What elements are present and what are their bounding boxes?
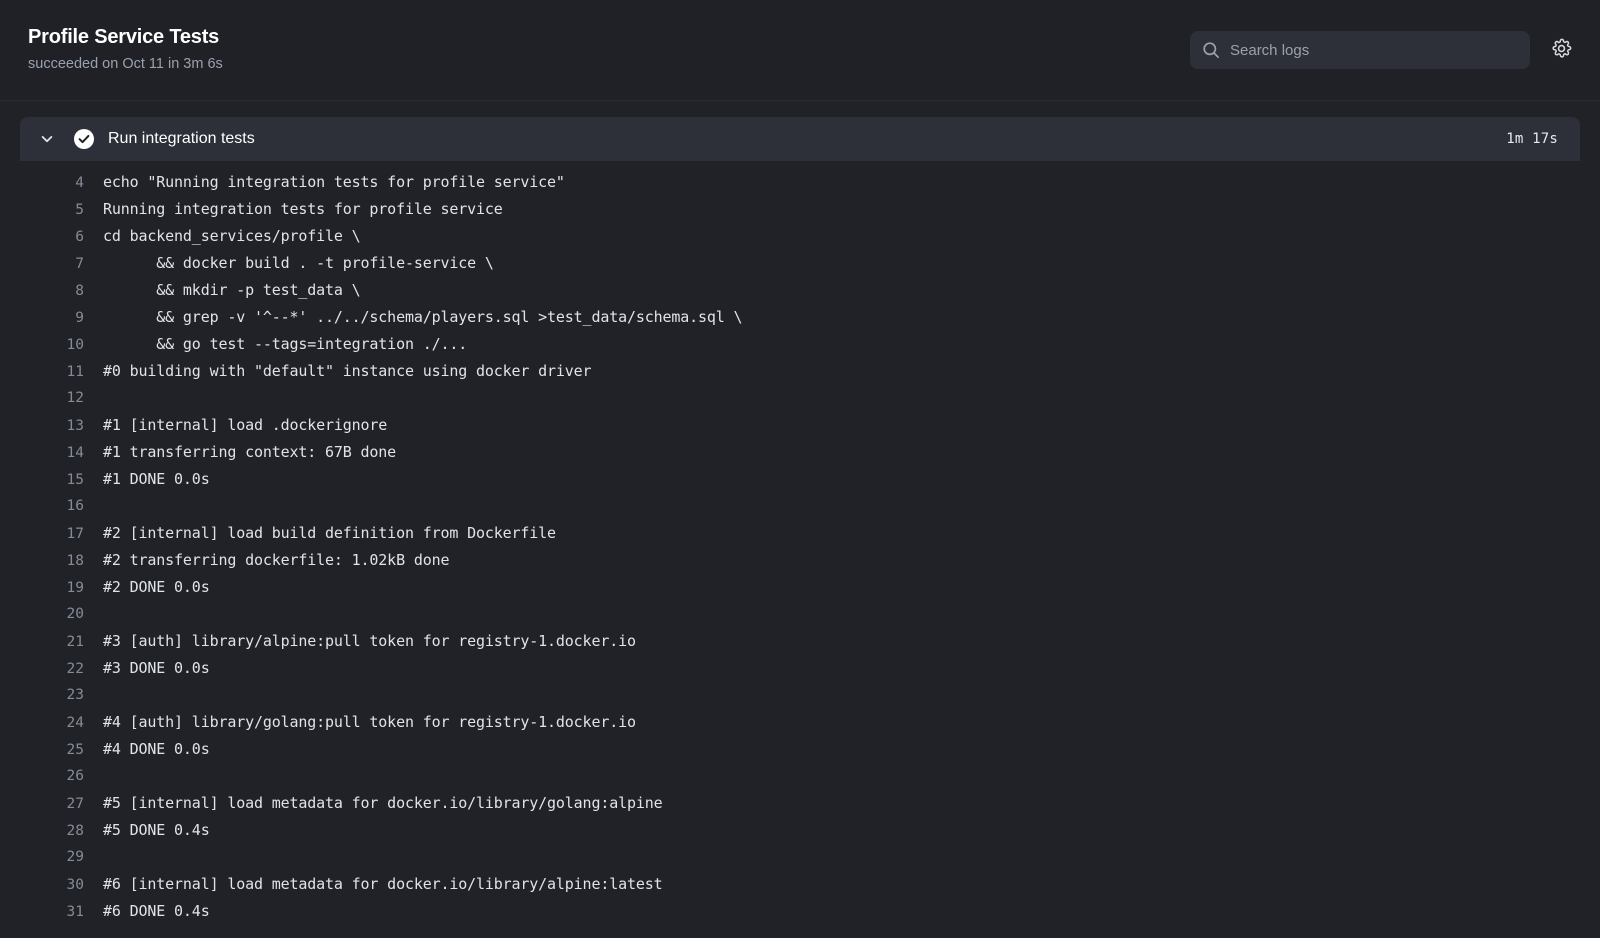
header-actions [1190,31,1576,69]
log-line-text: cd backend_services/profile \ [103,227,361,245]
log-line-text: #6 DONE 0.4s [103,902,210,920]
log-line-number: 6 [75,229,84,245]
log-line-text: #1 [internal] load .dockerignore [103,416,388,434]
run-status-summary: succeeded on Oct 11 in 3m 6s [28,56,223,72]
log-line-number: 22 [66,661,84,677]
log-line-number: 18 [66,553,84,569]
log-line-text: #6 [internal] load metadata for docker.i… [103,875,663,893]
log-line-number: 31 [66,904,84,920]
log-line: 21 #3 [auth] library/alpine:pull token fo… [20,628,1580,655]
header-title-block: Profile Service Tests succeeded on Oct 1… [28,24,223,74]
chevron-down-icon[interactable] [38,130,56,148]
log-line: 20 [20,601,1580,628]
log-line: 19 #2 DONE 0.0s [20,574,1580,601]
log-line-number: 23 [66,687,84,703]
log-line-number: 11 [66,364,84,380]
log-line-number: 25 [66,742,84,758]
log-line: 4 echo "Running integration tests for pro… [20,169,1580,196]
ci-log-viewer: Profile Service Tests succeeded on Oct 1… [0,0,1600,938]
step-header[interactable]: Run integration tests 1m 17s [20,117,1580,161]
log-line-number: 14 [66,445,84,461]
log-line-text: && docker build . -t profile-service \ [103,254,494,272]
log-line-text: && go test --tags=integration ./... [103,335,468,353]
log-line-number: 29 [66,849,84,865]
log-line: 10 && go test --tags=integration ./... [20,331,1580,358]
step-run-integration-tests: Run integration tests 1m 17s 4 echo "Runn… [20,117,1580,925]
page-header: Profile Service Tests succeeded on Oct 1… [0,0,1600,101]
log-line-text: #2 DONE 0.0s [103,578,210,596]
log-line: 6 cd backend_services/profile \ [20,223,1580,250]
log-line-number: 30 [66,877,84,893]
log-line-text: #2 [internal] load build definition from… [103,524,556,542]
log-line: 17 #2 [internal] load build definition fr… [20,520,1580,547]
log-line: 7 && docker build . -t profile-service \ [20,250,1580,277]
log-line-text: #2 transferring dockerfile: 1.02kB done [103,551,450,569]
log-line: 31 #6 DONE 0.4s [20,898,1580,925]
log-line-text: #5 [internal] load metadata for docker.i… [103,794,663,812]
step-duration: 1m 17s [1506,131,1558,147]
search-icon [1202,41,1220,59]
log-line: 23 [20,682,1580,709]
log-line: 5 Running integration tests for profile s… [20,196,1580,223]
log-line: 28 #5 DONE 0.4s [20,817,1580,844]
log-line-text: #3 DONE 0.0s [103,659,210,677]
log-line: 30 #6 [internal] load metadata for docker… [20,871,1580,898]
log-line: 8 && mkdir -p test_data \ [20,277,1580,304]
log-line-number: 10 [66,337,84,353]
step-title: Run integration tests [108,130,255,147]
log-line-text: Running integration tests for profile se… [103,200,503,218]
search-box[interactable] [1190,31,1530,69]
log-line: 14 #1 transferring context: 67B done [20,439,1580,466]
log-line-text: && mkdir -p test_data \ [103,281,361,299]
log-line-text: #4 DONE 0.0s [103,740,210,758]
log-line-number: 28 [66,823,84,839]
settings-button[interactable] [1546,35,1576,65]
log-line-number: 13 [66,418,84,434]
log-line-number: 5 [75,202,84,218]
log-line: 9 && grep -v '^--*' ../../schema/players… [20,304,1580,331]
log-line-number: 26 [66,768,84,784]
log-line-text: #1 transferring context: 67B done [103,443,397,461]
check-circle-icon [74,129,94,149]
log-line: 13 #1 [internal] load .dockerignore [20,412,1580,439]
log-line-number: 20 [66,606,84,622]
log-line: 15 #1 DONE 0.0s [20,466,1580,493]
log-line: 26 [20,763,1580,790]
page-title: Profile Service Tests [28,26,220,48]
log-line: 24 #4 [auth] library/golang:pull token fo… [20,709,1580,736]
log-line: 18 #2 transferring dockerfile: 1.02kB don… [20,547,1580,574]
log-output[interactable]: 4 echo "Running integration tests for pro… [20,161,1580,925]
log-line: 16 [20,493,1580,520]
log-line-number: 24 [66,715,84,731]
log-line-text: #0 building with "default" instance usin… [103,362,592,380]
log-line: 29 [20,844,1580,871]
log-line-number: 8 [75,283,84,299]
log-line-text: echo "Running integration tests for prof… [103,173,565,191]
log-line-number: 9 [75,310,84,326]
log-line: 27 #5 [internal] load metadata for docker… [20,790,1580,817]
log-line: 22 #3 DONE 0.0s [20,655,1580,682]
log-line-number: 17 [66,526,84,542]
log-line-text: #4 [auth] library/golang:pull token for … [103,713,636,731]
log-line-number: 12 [66,390,84,406]
log-line: 12 [20,385,1580,412]
log-line-number: 15 [66,472,84,488]
gear-icon [1551,38,1572,62]
log-line-number: 19 [66,580,84,596]
log-line-text: #1 DONE 0.0s [103,470,210,488]
search-input[interactable] [1230,31,1518,69]
log-line-number: 27 [66,796,84,812]
log-line-number: 7 [75,256,84,272]
log-line: 25 #4 DONE 0.0s [20,736,1580,763]
log-line: 11 #0 building with "default" instance us… [20,358,1580,385]
log-line-number: 16 [66,498,84,514]
log-line-text: #5 DONE 0.4s [103,821,210,839]
log-line-number: 4 [75,175,84,191]
log-line-text: && grep -v '^--*' ../../schema/players.s… [103,308,743,326]
log-area: Run integration tests 1m 17s 4 echo "Runn… [0,101,1600,938]
log-line-text: #3 [auth] library/alpine:pull token for … [103,632,636,650]
log-line-number: 21 [66,634,84,650]
